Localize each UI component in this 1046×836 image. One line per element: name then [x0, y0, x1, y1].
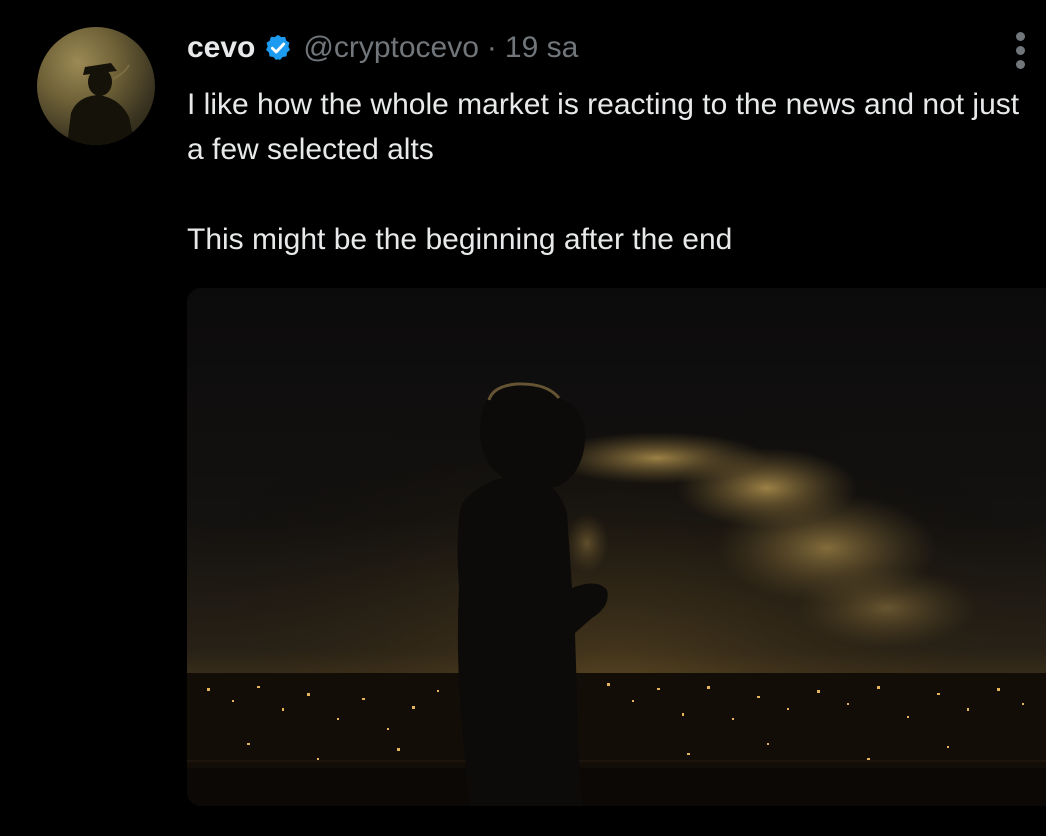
tweet-text-line: I like how the whole market is reacting … — [187, 88, 1020, 166]
header-separator: · — [486, 31, 497, 64]
tweet-header: cevo @cryptocevo · 19 sa — [187, 26, 578, 70]
avatar[interactable] — [37, 27, 155, 145]
author-display-name[interactable]: cevo — [187, 31, 255, 65]
tweet[interactable]: cevo @cryptocevo · 19 sa I like how the … — [0, 0, 1046, 836]
tweet-media-image[interactable] — [187, 288, 1046, 806]
avatar-silhouette — [67, 63, 135, 145]
tweet-timestamp[interactable]: 19 sa — [505, 31, 578, 65]
tweet-text: I like how the whole market is reacting … — [187, 82, 1027, 262]
more-options-icon[interactable] — [1008, 30, 1036, 72]
tweet-text-line: This might be the beginning after the en… — [187, 223, 733, 256]
pepe-city-night-image — [187, 288, 1046, 806]
verified-badge-icon[interactable] — [263, 33, 293, 63]
author-handle[interactable]: @cryptocevo — [303, 31, 479, 65]
